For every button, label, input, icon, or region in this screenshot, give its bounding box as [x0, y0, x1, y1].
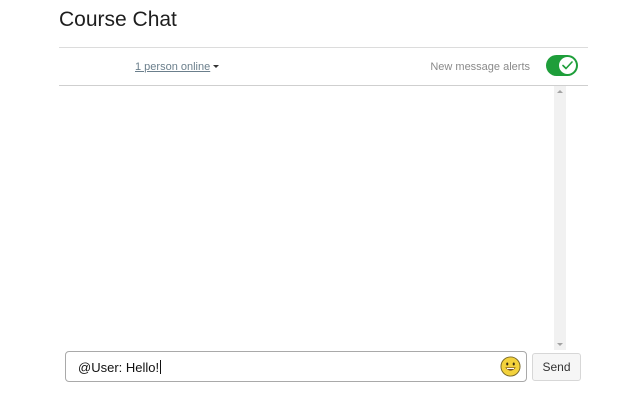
message-list — [59, 86, 566, 350]
message-input-text: @User: Hello! — [78, 360, 162, 375]
message-input-value: @User: Hello! — [78, 360, 160, 375]
smiley-face-icon[interactable] — [500, 356, 521, 377]
scroll-up-arrow-icon[interactable] — [557, 90, 563, 93]
new-message-alerts-label: New message alerts — [430, 61, 530, 73]
online-users-label: 1 person online — [135, 61, 211, 73]
message-input[interactable]: @User: Hello! — [65, 351, 527, 382]
chat-toolbar: 1 person online New message alerts — [59, 48, 588, 85]
text-cursor — [160, 360, 162, 374]
toggle-knob — [559, 57, 576, 74]
caret-down-icon — [213, 64, 220, 68]
message-list-scrollbar[interactable] — [554, 86, 566, 350]
new-message-alerts-toggle[interactable] — [546, 55, 578, 76]
scroll-down-arrow-icon[interactable] — [557, 343, 563, 346]
send-button[interactable]: Send — [532, 353, 581, 381]
online-users-dropdown[interactable]: 1 person online — [135, 61, 220, 73]
checkmark-icon — [562, 61, 573, 70]
page-title: Course Chat — [59, 8, 177, 31]
course-chat-page: Course Chat 1 person online New message … — [0, 0, 640, 400]
